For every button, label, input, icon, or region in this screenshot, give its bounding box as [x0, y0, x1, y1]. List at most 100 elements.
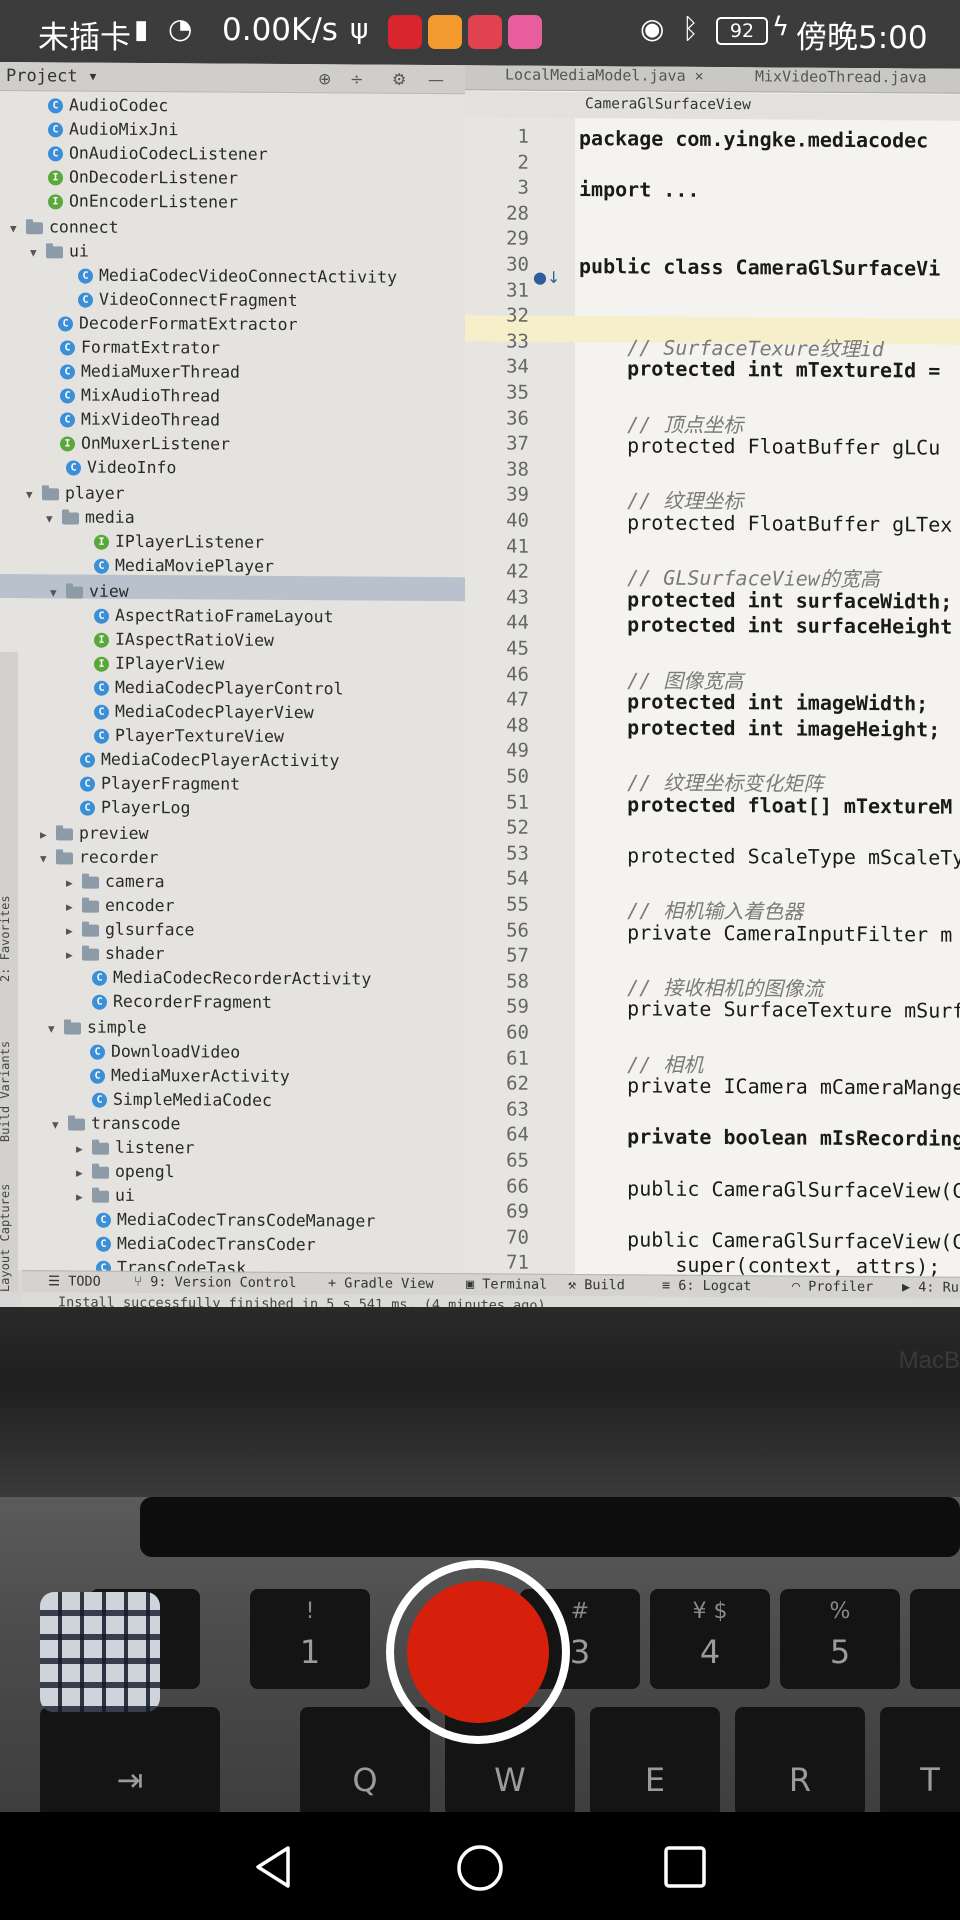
folder-icon — [92, 1142, 109, 1155]
line-number: 33 — [506, 330, 529, 353]
tree-item-label: IPlayerView — [115, 653, 225, 674]
status-bar: 未插卡 ▮ ◔ 0.00K/s ψ ◉ ᛒ 92 ϟ 傍晚5:00 — [0, 0, 960, 62]
tree-folder-row[interactable]: ▶ glsurface — [66, 918, 194, 941]
tool-window-button: + Gradle View — [328, 1275, 434, 1293]
tree-file-row[interactable]: C VideoInfo — [66, 456, 176, 479]
line-number: 57 — [506, 944, 529, 967]
expand-arrow-closed-icon[interactable]: ▶ — [66, 920, 82, 942]
tree-folder-row[interactable]: ▼ recorder — [40, 846, 158, 869]
tree-folder-row[interactable]: ▼ transcode — [52, 1112, 180, 1135]
tree-file-row[interactable]: C RecorderFragment — [92, 991, 272, 1014]
tree-file-row[interactable]: C MediaCodecRecorderActivity — [92, 967, 371, 991]
tree-file-row[interactable]: C MediaMuxerActivity — [90, 1065, 290, 1088]
expand-arrow-open-icon[interactable]: ▼ — [52, 1114, 68, 1136]
tree-file-row[interactable]: I IPlayerView — [94, 653, 224, 676]
tree-folder-row[interactable]: ▶ listener — [76, 1137, 194, 1160]
expand-arrow-open-icon[interactable]: ▼ — [50, 582, 66, 604]
side-tool-strip: 2: Favorites Build Variants Layout Captu… — [0, 652, 18, 1293]
tree-file-row[interactable]: C AudioMixJni — [48, 118, 178, 141]
home-icon[interactable] — [454, 1842, 506, 1894]
tree-file-row[interactable]: I OnMuxerListener — [60, 432, 230, 455]
tree-file-row[interactable]: C MediaMoviePlayer — [94, 555, 274, 578]
expand-arrow-closed-icon[interactable]: ▶ — [66, 872, 82, 894]
interface-icon: I — [60, 436, 75, 452]
tree-file-row[interactable]: C SimpleMediaCodec — [92, 1089, 272, 1112]
expand-arrow-open-icon[interactable]: ▼ — [40, 848, 56, 870]
class-icon: C — [60, 340, 75, 356]
tree-item-label: MixAudioThread — [81, 385, 221, 406]
tree-file-row[interactable]: C MediaCodecTransCodeManager — [96, 1209, 375, 1233]
tree-item-label: ui — [115, 1185, 135, 1205]
expand-arrow-closed-icon[interactable]: ▶ — [40, 824, 56, 846]
tree-file-row[interactable]: I OnDecoderListener — [48, 166, 238, 189]
tree-file-row[interactable]: C PlayerFragment — [80, 773, 240, 796]
tree-folder-row[interactable]: ▶ camera — [66, 870, 165, 893]
tree-item-label: MediaCodecPlayerView — [115, 701, 314, 723]
minimize-icon: — — [428, 69, 444, 90]
class-icon: C — [92, 970, 107, 986]
code-line: protected int mTextureId = — [579, 356, 941, 383]
tree-item-label: DecoderFormatExtractor — [79, 313, 298, 335]
key-4: ¥ $ 4 — [650, 1589, 770, 1689]
class-icon: C — [80, 800, 95, 816]
tree-folder-row[interactable]: ▼ ui — [30, 240, 89, 262]
tree-file-row[interactable]: C DownloadVideo — [90, 1041, 240, 1064]
line-number: 69 — [506, 1200, 529, 1223]
tree-file-row[interactable]: C MediaCodecTransCoder — [96, 1233, 316, 1257]
touch-bar — [140, 1497, 960, 1557]
expand-arrow-open-icon[interactable]: ▼ — [10, 218, 26, 240]
tree-folder-row[interactable]: ▶ ui — [76, 1185, 135, 1207]
tree-item-label: ui — [69, 241, 89, 261]
expand-arrow-closed-icon[interactable]: ▶ — [66, 944, 82, 966]
tree-folder-row[interactable]: ▼ simple — [48, 1016, 147, 1039]
tree-file-row[interactable]: C MediaCodecVideoConnectActivity — [78, 265, 397, 289]
tree-file-row[interactable]: C MediaCodecPlayerView — [94, 701, 314, 725]
recents-icon[interactable] — [660, 1842, 710, 1892]
tree-file-row[interactable]: C OnAudioCodecListener — [48, 142, 268, 166]
expand-arrow-open-icon[interactable]: ▼ — [30, 242, 46, 264]
tree-folder-row[interactable]: ▼ view — [50, 580, 129, 603]
line-number: 46 — [506, 663, 529, 686]
tree-item-label: MediaCodecPlayerActivity — [101, 749, 340, 771]
tree-item-label: MixVideoThread — [81, 409, 221, 430]
tree-file-row[interactable]: C MixAudioThread — [60, 384, 220, 407]
tree-item-label: encoder — [105, 895, 175, 916]
project-panel: Project ▾ ⊕ ÷ ⚙ — C AudioCodec C AudioMixJn… — [0, 62, 465, 1301]
tree-file-row[interactable]: C FormatExtrator — [60, 336, 220, 359]
record-button[interactable] — [407, 1581, 549, 1723]
expand-arrow-closed-icon[interactable]: ▶ — [66, 896, 82, 918]
tree-item-label: PlayerTextureView — [115, 725, 284, 746]
tree-file-row[interactable]: C PlayerLog — [80, 797, 190, 820]
back-icon[interactable] — [250, 1842, 300, 1892]
tree-file-row[interactable]: C MixVideoThread — [60, 408, 220, 431]
tree-folder-row[interactable]: ▶ opengl — [76, 1161, 175, 1184]
tree-file-row[interactable]: I IPlayerListener — [94, 531, 264, 554]
line-number: 30 — [506, 253, 529, 276]
expand-arrow-open-icon[interactable]: ▼ — [26, 484, 42, 506]
tree-file-row[interactable]: C MediaCodecPlayerActivity — [80, 749, 339, 773]
class-icon: C — [48, 146, 63, 162]
tree-folder-row[interactable]: ▶ encoder — [66, 894, 175, 917]
tree-file-row[interactable]: I OnEncoderListener — [48, 190, 238, 213]
tree-folder-row[interactable]: ▶ shader — [66, 942, 165, 965]
expand-arrow-open-icon[interactable]: ▼ — [46, 508, 62, 530]
tree-folder-row[interactable]: ▼ connect — [10, 216, 119, 239]
expand-arrow-closed-icon[interactable]: ▶ — [76, 1163, 92, 1185]
expand-arrow-open-icon[interactable]: ▼ — [48, 1018, 64, 1040]
tree-folder-row[interactable]: ▶ preview — [40, 822, 149, 845]
tree-file-row[interactable]: C VideoConnectFragment — [78, 289, 298, 313]
tree-file-row[interactable]: C AspectRatioFrameLayout — [94, 605, 334, 629]
line-number: 52 — [506, 816, 529, 839]
tree-file-row[interactable]: C PlayerTextureView — [94, 725, 284, 748]
line-number: 32 — [506, 304, 529, 327]
gallery-thumbnail[interactable] — [40, 1592, 160, 1712]
tree-folder-row[interactable]: ▼ media — [46, 506, 135, 529]
tree-file-row[interactable]: C MediaMuxerThread — [60, 360, 240, 383]
tree-file-row[interactable]: C MediaCodecPlayerControl — [94, 677, 343, 701]
tree-folder-row[interactable]: ▼ player — [26, 482, 125, 505]
tree-file-row[interactable]: C DecoderFormatExtractor — [58, 312, 298, 336]
tree-file-row[interactable]: C AudioCodec — [48, 94, 168, 117]
expand-arrow-closed-icon[interactable]: ▶ — [76, 1139, 92, 1161]
tree-file-row[interactable]: I IAspectRatioView — [94, 629, 274, 652]
expand-arrow-closed-icon[interactable]: ▶ — [76, 1187, 92, 1209]
